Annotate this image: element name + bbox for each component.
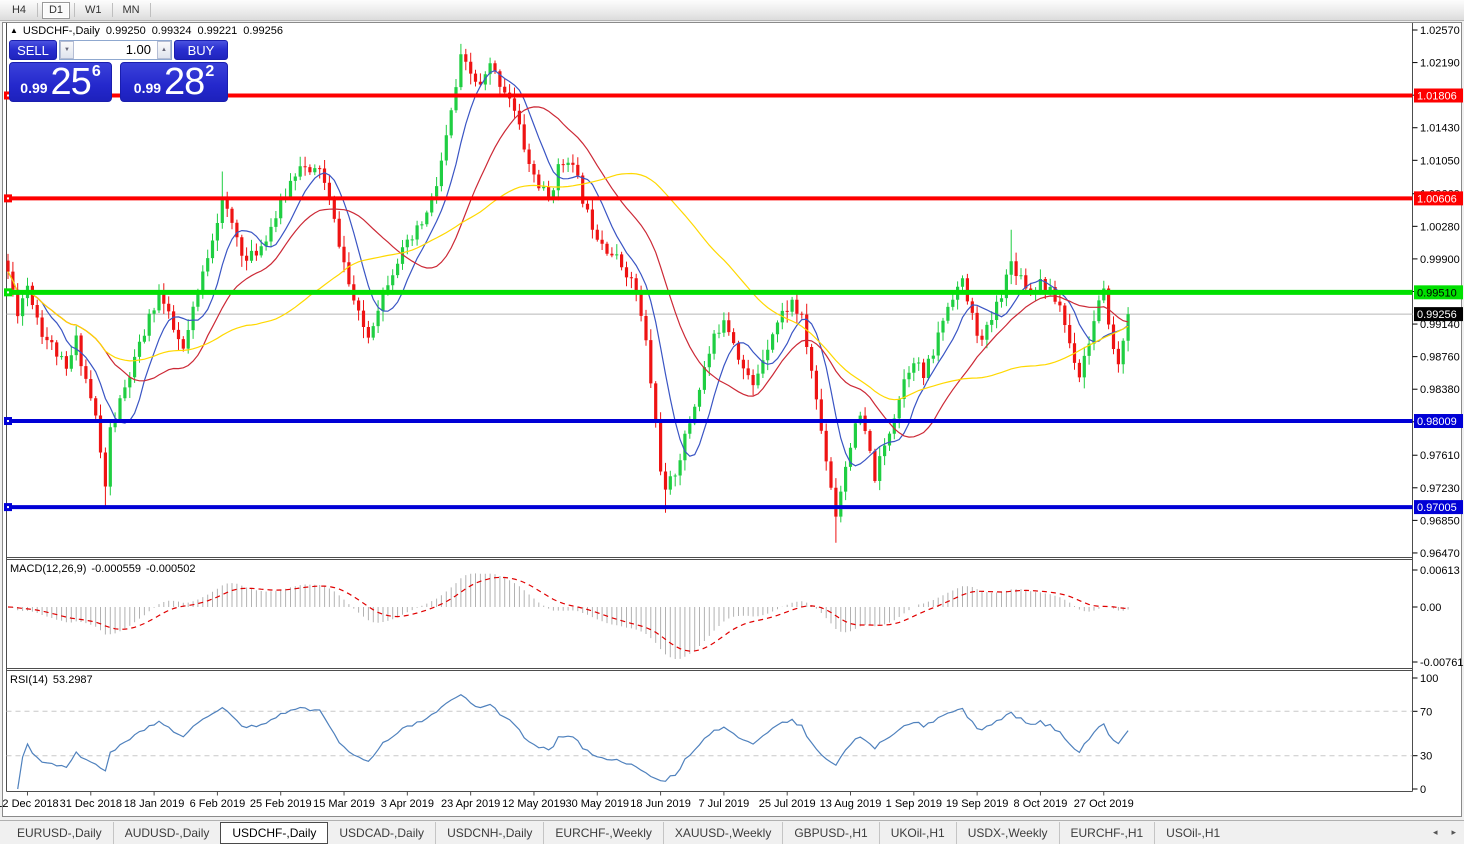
svg-text:6 Feb 2019: 6 Feb 2019 [190,798,246,810]
svg-text:19 Sep 2019: 19 Sep 2019 [946,798,1008,810]
sell-price-pips: 25 [51,68,91,98]
trading-terminal-window: H4 D1 W1 MN 1.025701.021901.018101.01430… [0,0,1464,844]
svg-text:1.02570: 1.02570 [1420,25,1460,37]
svg-text:30: 30 [1420,751,1432,763]
tab-scroll-controls: ◂ ▸ [1433,821,1456,844]
timeframe-d1-button[interactable]: D1 [42,2,70,19]
chart-tab[interactable]: EURCHF-,Weekly [543,822,662,844]
toolbar-separator [37,3,38,17]
svg-text:1.00606: 1.00606 [1417,193,1457,205]
buy-price-display[interactable]: 0.99 28 2 [120,62,228,102]
svg-text:0.97610: 0.97610 [1420,450,1460,462]
svg-text:-0.007612: -0.007612 [1420,657,1464,669]
svg-text:27 Oct 2019: 27 Oct 2019 [1074,798,1134,810]
svg-text:0.96850: 0.96850 [1420,515,1460,527]
timeframe-mn-button[interactable]: MN [117,2,146,19]
buy-price-prefix: 0.99 [134,78,161,98]
svg-text:0.98380: 0.98380 [1420,384,1460,396]
volume-decrease-button[interactable]: ▼ [60,41,74,59]
svg-text:25 Jul 2019: 25 Jul 2019 [759,798,816,810]
tabs-scroll-left-icon[interactable]: ◂ [1433,827,1438,838]
chart-tab[interactable]: USOil-,H1 [1154,822,1231,844]
svg-text:100: 100 [1420,673,1438,685]
svg-text:13 Aug 2019: 13 Aug 2019 [820,798,882,810]
timeframe-toolbar: H4 D1 W1 MN [0,0,1464,21]
ohlc-low: 0.99221 [197,25,237,37]
symbol-header: ▲ USDCHF-,Daily 0.99250 0.99324 0.99221 0.992… [10,25,283,37]
timeframe-w1-button[interactable]: W1 [79,2,108,19]
svg-text:0.99256: 0.99256 [1417,309,1457,321]
chart-tab[interactable]: USDCHF-,Daily [220,822,328,844]
tabs-scroll-right-icon[interactable]: ▸ [1451,827,1456,838]
buy-price-point: 2 [205,63,214,81]
svg-text:1.01806: 1.01806 [1417,90,1457,102]
chart-tab-bar: EURUSD-,DailyAUDUSD-,DailyUSDCHF-,DailyU… [0,820,1464,844]
svg-text:0.00: 0.00 [1420,602,1441,614]
macd-indicator-label: MACD(12,26,9)-0.000559-0.000502 [10,563,196,575]
ohlc-open: 0.99250 [106,25,146,37]
sell-price-prefix: 0.99 [20,78,47,98]
sell-price-display[interactable]: 0.99 25 6 [9,62,112,102]
svg-text:0.98009: 0.98009 [1417,416,1457,428]
chart-tab[interactable]: EURCHF-,H1 [1059,822,1155,844]
svg-text:18 Jan 2019: 18 Jan 2019 [124,798,185,810]
chart-tab[interactable]: UKOil-,H1 [879,822,956,844]
svg-text:0.97005: 0.97005 [1417,502,1457,514]
svg-text:1.00280: 1.00280 [1420,221,1460,233]
svg-text:31 Dec 2018: 31 Dec 2018 [60,798,122,810]
svg-text:18 Jun 2019: 18 Jun 2019 [630,798,691,810]
toolbar-separator [112,3,113,17]
svg-text:1.01050: 1.01050 [1420,155,1460,167]
ohlc-high: 0.99324 [152,25,192,37]
macd-signal-value: -0.000502 [146,563,196,575]
svg-text:25 Feb 2019: 25 Feb 2019 [250,798,312,810]
svg-text:12 Dec 2018: 12 Dec 2018 [0,798,59,810]
svg-text:15 Mar 2019: 15 Mar 2019 [313,798,375,810]
svg-text:0.99900: 0.99900 [1420,254,1460,266]
chart-tab[interactable]: AUDUSD-,Daily [113,822,221,844]
toolbar-separator [74,3,75,17]
chart-tabs: EURUSD-,DailyAUDUSD-,DailyUSDCHF-,DailyU… [6,821,1231,844]
rsi-value: 53.2987 [53,674,93,686]
chart-tab[interactable]: USDCNH-,Daily [435,822,543,844]
volume-input[interactable]: 1.00 [74,41,157,59]
volume-stepper: ▼ 1.00 ▲ [59,40,172,60]
svg-text:1.02190: 1.02190 [1420,58,1460,70]
volume-increase-button[interactable]: ▲ [157,41,171,59]
collapse-panel-icon[interactable]: ▲ [10,26,18,35]
svg-text:1.01430: 1.01430 [1420,123,1460,135]
svg-text:8 Oct 2019: 8 Oct 2019 [1014,798,1068,810]
sell-button[interactable]: SELL [9,40,57,60]
svg-text:0.97230: 0.97230 [1420,483,1460,495]
svg-text:0.98760: 0.98760 [1420,352,1460,364]
svg-text:70: 70 [1420,706,1432,718]
svg-text:30 May 2019: 30 May 2019 [565,798,629,810]
chart-tab[interactable]: USDCAD-,Daily [328,822,435,844]
toolbar-separator [150,3,151,17]
chart-tab[interactable]: XAUUSD-,Weekly [663,822,782,844]
svg-text:0.00613: 0.00613 [1420,565,1460,577]
one-click-trading-panel: SELL ▼ 1.00 ▲ BUY 0.99 25 6 0.99 28 2 [9,40,228,102]
svg-text:23 Apr 2019: 23 Apr 2019 [441,798,500,810]
rsi-indicator-label: RSI(14)53.2987 [10,674,93,686]
buy-button[interactable]: BUY [174,40,228,60]
svg-text:1 Sep 2019: 1 Sep 2019 [886,798,942,810]
buy-price-pips: 28 [164,68,204,98]
svg-text:0: 0 [1420,784,1426,796]
svg-text:3 Apr 2019: 3 Apr 2019 [381,798,434,810]
svg-text:7 Jul 2019: 7 Jul 2019 [699,798,750,810]
ohlc-close: 0.99256 [243,25,283,37]
svg-text:0.96470: 0.96470 [1420,548,1460,560]
svg-text:12 May 2019: 12 May 2019 [502,798,566,810]
timeframe-h4-button[interactable]: H4 [5,2,33,19]
symbol-title: USDCHF-,Daily [23,25,100,37]
sell-price-point: 6 [92,63,101,81]
price-chart-canvas[interactable]: 1.025701.021901.018101.014301.010501.006… [0,0,1464,844]
chart-tab[interactable]: EURUSD-,Daily [6,822,113,844]
chart-tab[interactable]: GBPUSD-,H1 [782,822,878,844]
chart-tab[interactable]: USDX-,Weekly [956,822,1059,844]
svg-text:0.99510: 0.99510 [1417,287,1457,299]
macd-main-value: -0.000559 [91,563,141,575]
